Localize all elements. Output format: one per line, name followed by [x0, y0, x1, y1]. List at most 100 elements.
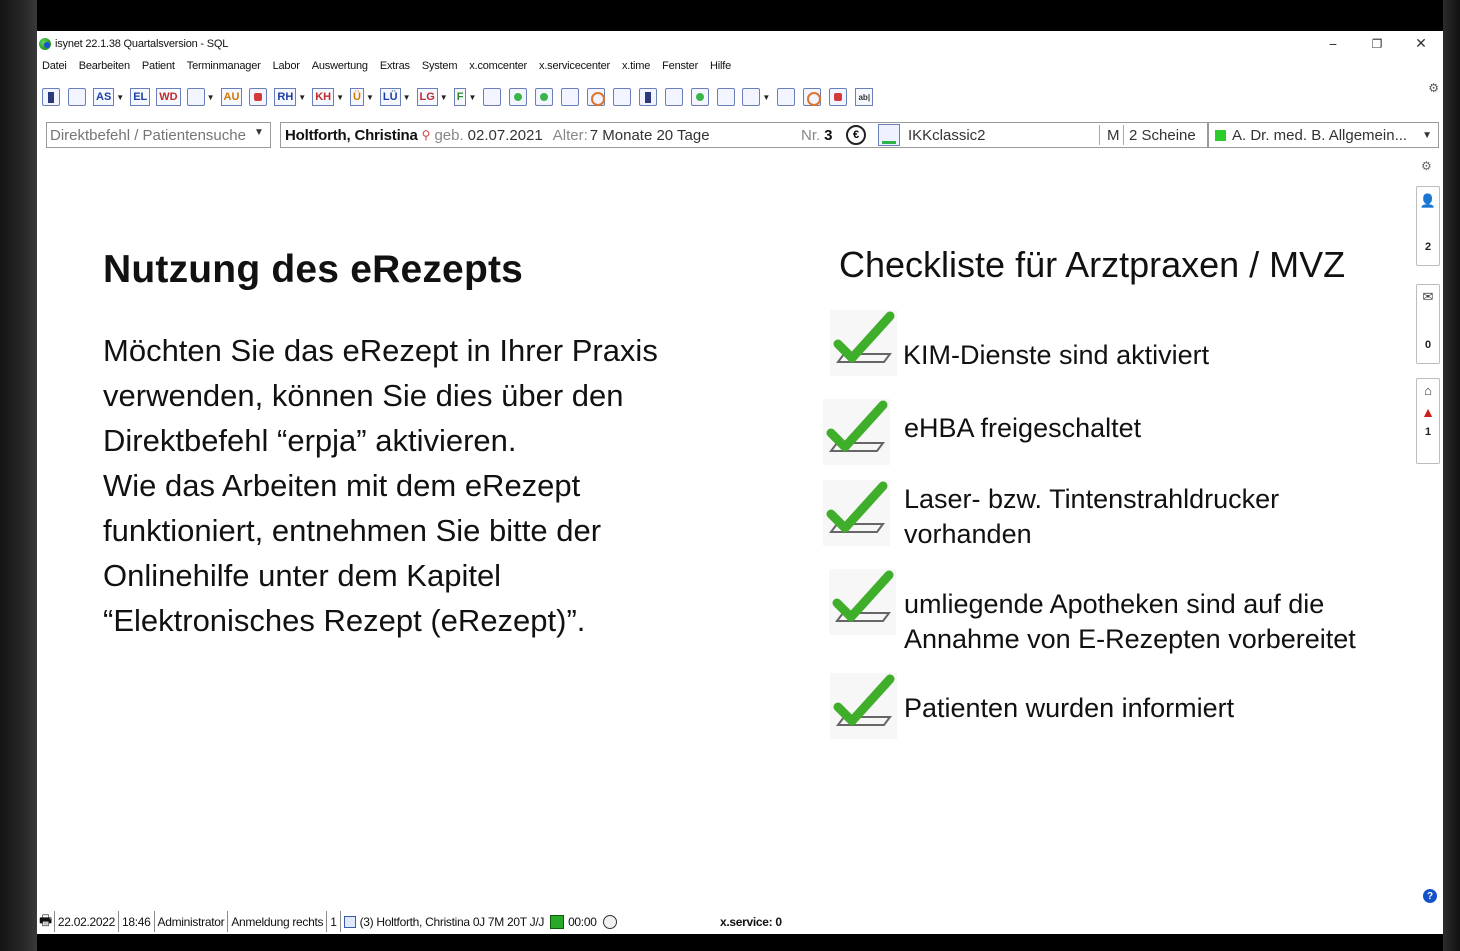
- separator: [1123, 125, 1124, 145]
- as-button[interactable]: AS ▼: [92, 85, 125, 109]
- menu-xservicecenter[interactable]: x.servicecenter: [539, 60, 610, 72]
- page-heading: Nutzung des eRezepts: [103, 248, 524, 291]
- diagnosis-button[interactable]: [507, 85, 529, 109]
- user-button[interactable]: [827, 85, 849, 109]
- patient-list-icon: [42, 88, 60, 106]
- info-button[interactable]: ▼: [741, 85, 771, 109]
- formula-button[interactable]: [689, 85, 711, 109]
- body-line: Möchten Sie das eRezept in Ihrer Praxis: [103, 333, 658, 368]
- wd-button[interactable]: WD: [155, 85, 181, 109]
- chart-button[interactable]: [611, 85, 633, 109]
- lg-button[interactable]: LG ▼: [416, 85, 449, 109]
- close-button[interactable]: ✕: [1399, 31, 1443, 56]
- menu-xtime[interactable]: x.time: [622, 60, 650, 72]
- toolbar-gear-icon[interactable]: ⚙: [1428, 81, 1439, 95]
- checklist-item-text: Patienten wurden informiert: [904, 693, 1235, 723]
- chevron-down-icon: ▼: [439, 92, 448, 102]
- chart-icon: [613, 88, 632, 106]
- command-dropdown-chevron-icon[interactable]: ▼: [254, 127, 264, 138]
- checklist-item: KIM-Dienste sind aktiviert: [830, 310, 1209, 376]
- side-gear-icon[interactable]: ⚙: [1421, 159, 1432, 173]
- restore-button[interactable]: ❐: [1355, 31, 1399, 56]
- euro-icon: €: [846, 125, 866, 145]
- menu-patient[interactable]: Patient: [142, 60, 175, 72]
- insurance-card-icon[interactable]: [878, 124, 900, 146]
- stopwatch-icon: [602, 914, 617, 929]
- minimize-button[interactable]: −: [1311, 31, 1355, 56]
- au-button[interactable]: AU: [220, 85, 244, 109]
- pen-button[interactable]: [715, 85, 737, 109]
- folder-button[interactable]: [66, 85, 88, 109]
- folder-icon: [68, 88, 86, 106]
- monitor-button[interactable]: [637, 85, 659, 109]
- checklist-title: Checkliste für Arztpraxen / MVZ: [839, 244, 1346, 285]
- lab-icon: [535, 88, 554, 106]
- lab-button[interactable]: [533, 85, 555, 109]
- command-search-input[interactable]: [46, 122, 271, 148]
- checklist-item: umliegende Apotheken sind auf die Annahm…: [829, 569, 1356, 657]
- screen-frame-right: [1443, 0, 1460, 951]
- anchor-button[interactable]: [775, 85, 797, 109]
- text-button[interactable]: [481, 85, 503, 109]
- info-icon: [742, 88, 761, 106]
- form-button[interactable]: ▼: [186, 85, 216, 109]
- calendar-button[interactable]: [559, 85, 581, 109]
- patient-info-box[interactable]: Holtforth, Christina ⚲ geb. 02.07.2021 A…: [280, 122, 1208, 148]
- smiley-button[interactable]: [585, 85, 607, 109]
- status-login: Anmeldung rechts: [228, 911, 328, 932]
- f-button[interactable]: F ▼: [453, 85, 478, 109]
- toolbar: AS ▼ EL WD ▼ AU RH ▼ KH ▼ Ü ▼ LÜ ▼ LG ▼ F ▼ ▼ a…: [37, 81, 879, 113]
- insurance-name: IKKclassic2: [908, 126, 986, 144]
- warning-icon: ▲: [1421, 404, 1435, 420]
- persons-tab[interactable]: 👤 2: [1416, 186, 1440, 266]
- body-line: funktioniert, entnehmen Sie bitte der: [103, 513, 602, 548]
- monitor-icon: [639, 88, 658, 106]
- transport-icon: [249, 88, 268, 106]
- calendar-icon: [561, 88, 580, 106]
- help-icon[interactable]: ?: [1423, 889, 1437, 903]
- patient-list-button[interactable]: [40, 85, 62, 109]
- status-bar: 🖶 22.02.2022 18:46 Administrator Anmeldu…: [37, 909, 1443, 934]
- birth-date: 02.07.2021: [467, 126, 543, 144]
- textfield-button[interactable]: ab|: [853, 85, 875, 109]
- checkmark-icon: [829, 569, 896, 635]
- menu-extras[interactable]: Extras: [380, 60, 410, 72]
- checklist-button[interactable]: [801, 85, 823, 109]
- menu-auswertung[interactable]: Auswertung: [312, 60, 368, 72]
- warnings-tab[interactable]: ⌂ ▲ 1: [1416, 378, 1440, 464]
- status-timer[interactable]: 00:00: [547, 911, 620, 932]
- transport-button[interactable]: [247, 85, 269, 109]
- el-button[interactable]: EL: [129, 85, 151, 109]
- menu-labor[interactable]: Labor: [273, 60, 300, 72]
- printer-icon[interactable]: 🖶: [37, 911, 55, 932]
- messages-tab[interactable]: ✉ 0: [1416, 284, 1440, 364]
- lue-button[interactable]: LÜ ▼: [379, 85, 412, 109]
- menu-fenster[interactable]: Fenster: [662, 60, 698, 72]
- kh-button[interactable]: KH ▼: [311, 85, 345, 109]
- patient-card-icon: [343, 915, 356, 928]
- menu-hilfe[interactable]: Hilfe: [710, 60, 731, 72]
- checklist-item-text: umliegende Apotheken sind auf die: [904, 589, 1325, 619]
- scheine-count: 2 Scheine: [1129, 126, 1196, 144]
- patient-bar: ▼ Holtforth, Christina ⚲ geb. 02.07.2021…: [37, 120, 1443, 150]
- chevron-down-icon: ▼: [762, 92, 771, 102]
- body-line: Wie das Arbeiten mit dem eRezept: [103, 468, 581, 503]
- status-service: x.service: 0: [720, 914, 782, 929]
- isynet-logo-icon: [39, 37, 51, 50]
- nr-label: Nr. 3: [801, 126, 833, 144]
- birth-label: geb.: [434, 126, 464, 144]
- menu-terminmanager[interactable]: Terminmanager: [187, 60, 261, 72]
- menu-xcomcenter[interactable]: x.comcenter: [469, 60, 527, 72]
- menu-bearbeiten[interactable]: Bearbeiten: [79, 60, 130, 72]
- menu-system[interactable]: System: [422, 60, 458, 72]
- doctor-select[interactable]: A. Dr. med. B. Allgemein... ▼: [1208, 122, 1439, 148]
- toggle-button[interactable]: [663, 85, 685, 109]
- checkmark-icon: [830, 673, 897, 739]
- menu-datei[interactable]: Datei: [42, 60, 67, 72]
- pen-icon: [717, 88, 736, 106]
- messages-count: 0: [1424, 339, 1432, 351]
- chevron-down-icon: ▼: [468, 92, 477, 102]
- rh-button[interactable]: RH ▼: [273, 85, 307, 109]
- status-patient[interactable]: (3) Holtforth, Christina 0J 7M 20T J/J: [341, 911, 547, 932]
- ue-button[interactable]: Ü ▼: [349, 85, 375, 109]
